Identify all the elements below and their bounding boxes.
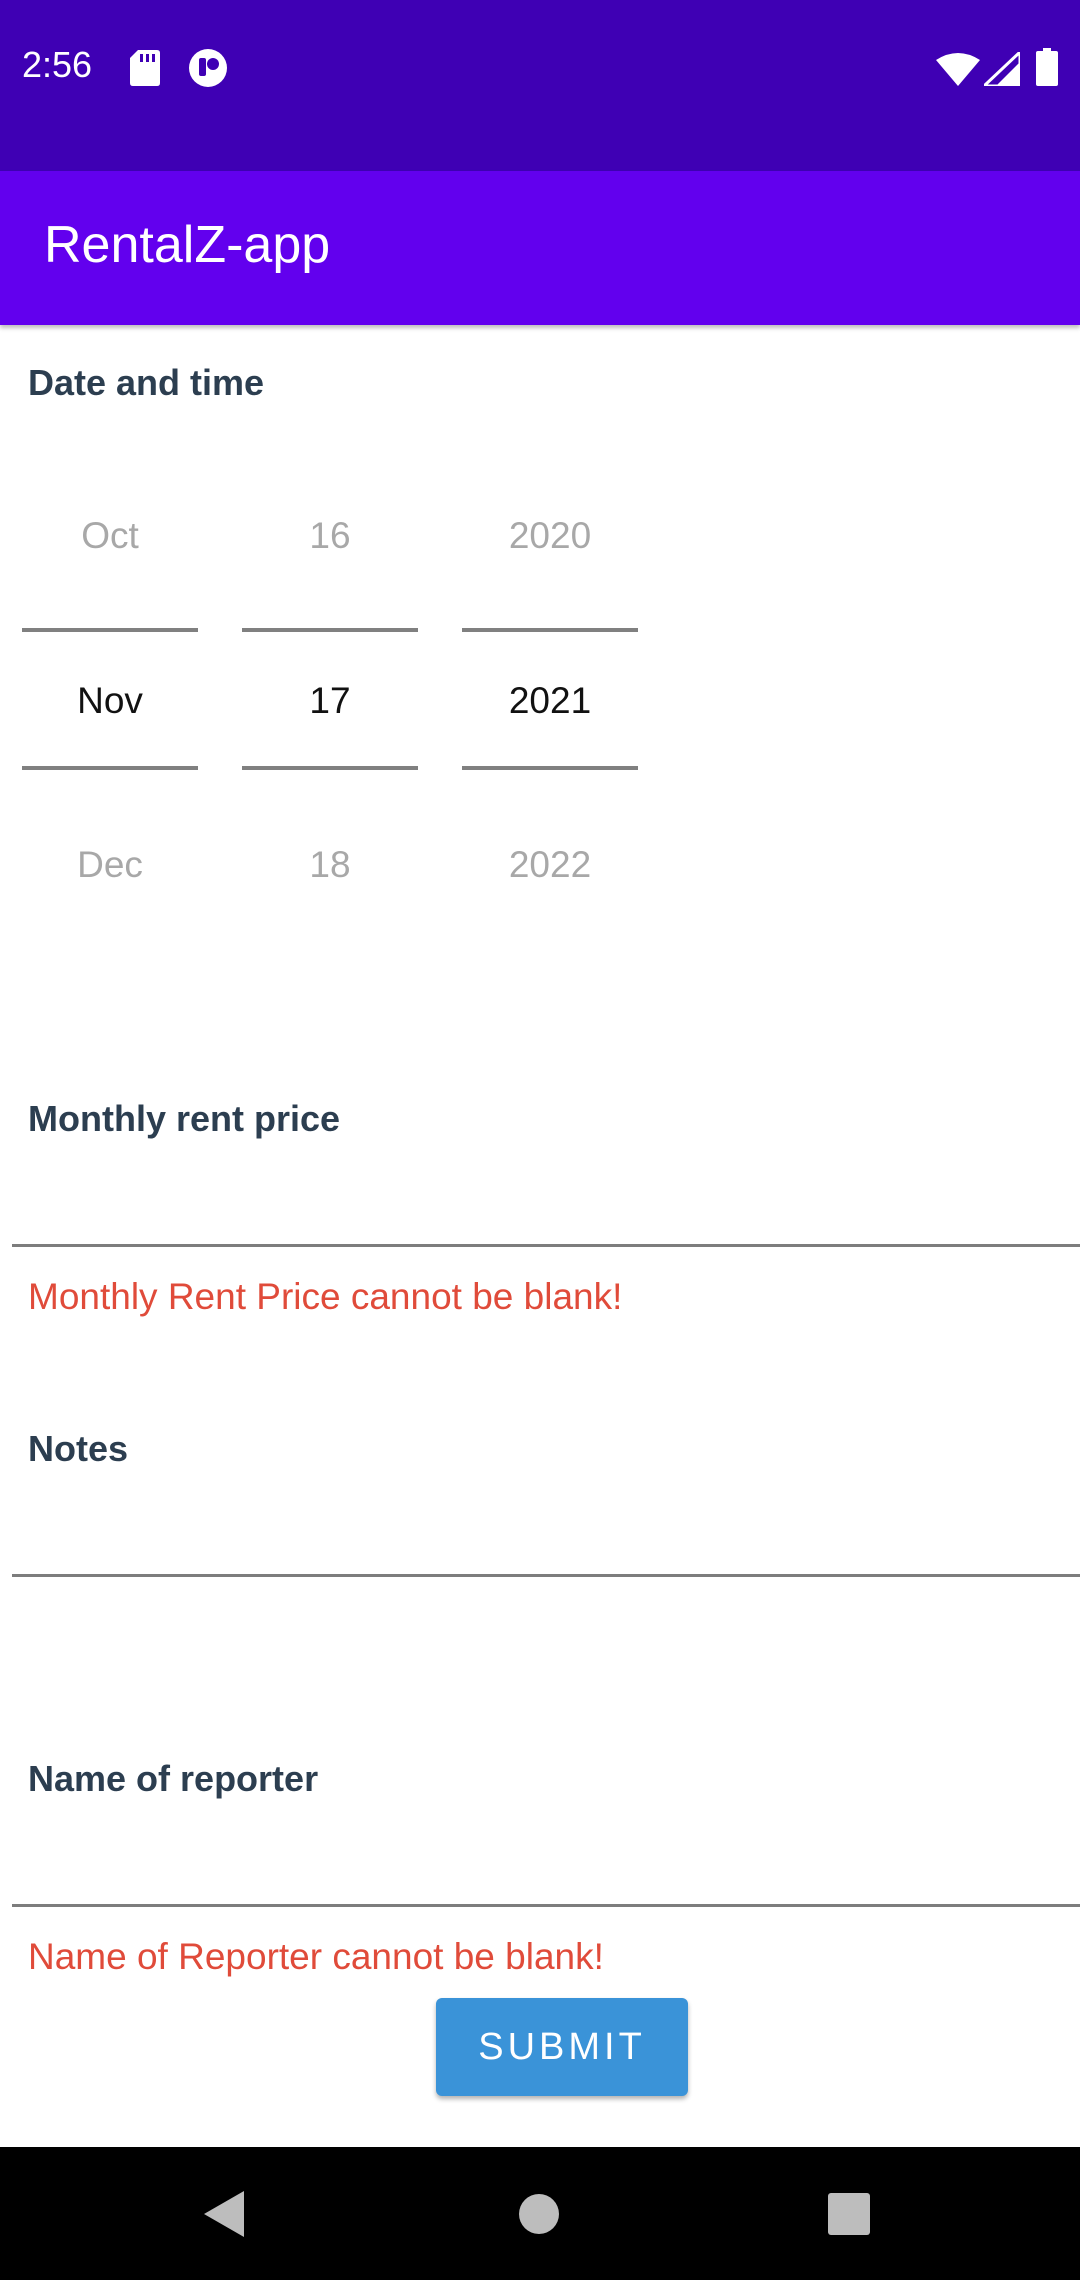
year-picker-top-divider	[462, 628, 638, 632]
app-notification-icon	[189, 49, 227, 87]
rent-price-input[interactable]	[28, 1160, 1068, 1240]
rent-price-label: Monthly rent price	[28, 1098, 341, 1139]
rent-price-underline	[12, 1244, 1080, 1247]
notes-input[interactable]	[28, 1490, 1068, 1570]
notes-label: Notes	[28, 1428, 129, 1469]
back-icon[interactable]	[204, 2191, 244, 2237]
month-next-option[interactable]: Dec	[22, 844, 198, 886]
year-prev-option[interactable]: 2020	[462, 515, 638, 557]
month-selected-option[interactable]: Nov	[22, 680, 198, 722]
submit-button[interactable]: SUBMIT	[436, 1998, 688, 2096]
month-picker[interactable]: Oct Nov Dec	[22, 460, 198, 920]
year-picker-bottom-divider	[462, 766, 638, 770]
app-bar: RentalZ-app	[0, 171, 1080, 325]
year-next-option[interactable]: 2022	[462, 844, 638, 886]
year-picker[interactable]: 2020 2021 2022	[462, 460, 638, 920]
day-picker[interactable]: 16 17 18	[242, 460, 418, 920]
home-icon[interactable]	[518, 2193, 560, 2235]
notes-underline	[12, 1574, 1080, 1577]
reporter-label: Name of reporter	[28, 1758, 319, 1799]
wifi-icon	[936, 53, 980, 86]
month-picker-top-divider	[22, 628, 198, 632]
recents-icon[interactable]	[828, 2193, 870, 2235]
sd-card-icon	[130, 50, 160, 86]
signal-icon	[984, 52, 1020, 86]
battery-icon	[1036, 48, 1058, 86]
reporter-underline	[12, 1904, 1080, 1907]
day-next-option[interactable]: 18	[242, 844, 418, 886]
reporter-error: Name of Reporter cannot be blank!	[28, 1936, 604, 1977]
status-bar: 2:56	[0, 0, 1080, 171]
status-time: 2:56	[22, 44, 93, 85]
day-prev-option[interactable]: 16	[242, 515, 418, 557]
reporter-input[interactable]	[28, 1820, 1068, 1900]
year-selected-option[interactable]: 2021	[462, 680, 638, 722]
app-title: RentalZ-app	[44, 216, 331, 274]
navigation-bar	[0, 2147, 1080, 2280]
day-picker-top-divider	[242, 628, 418, 632]
month-picker-bottom-divider	[22, 766, 198, 770]
date-time-label: Date and time	[28, 362, 265, 403]
day-selected-option[interactable]: 17	[242, 680, 418, 722]
month-prev-option[interactable]: Oct	[22, 515, 198, 557]
rent-price-error: Monthly Rent Price cannot be blank!	[28, 1276, 623, 1317]
day-picker-bottom-divider	[242, 766, 418, 770]
